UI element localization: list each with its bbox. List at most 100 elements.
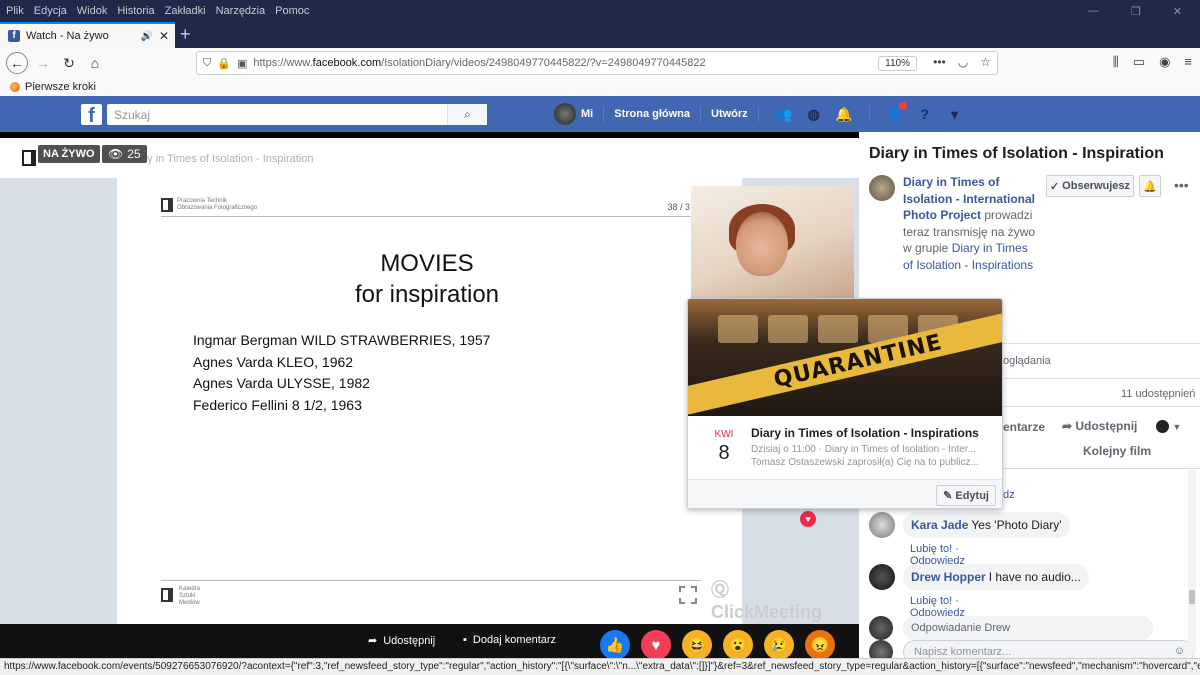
list-item: Agnes Varda KLEO, 1962 xyxy=(193,353,354,370)
messenger-icon[interactable]: ◍ xyxy=(804,104,824,124)
wow-reaction-icon[interactable]: 😮 xyxy=(723,630,753,660)
search-input[interactable]: Szukaj ⌕ xyxy=(107,104,487,125)
more-options-icon[interactable]: ••• xyxy=(1174,177,1189,193)
love-reaction-icon[interactable]: ♥ xyxy=(641,630,671,660)
bookmark-star-icon[interactable]: ☆ xyxy=(980,55,991,69)
commenter-name[interactable]: Drew Hopper xyxy=(911,570,986,584)
event-invite: Tomasz Ostaszewski zaprosił(a) Cię na to… xyxy=(751,457,979,468)
profile-link[interactable]: Mi xyxy=(581,108,593,120)
home-icon[interactable]: ⌂ xyxy=(84,52,106,74)
menu-tools[interactable]: Narzędzia xyxy=(216,5,266,17)
new-tab-icon[interactable]: + xyxy=(180,24,191,45)
emoji-icon[interactable]: ☺ xyxy=(1174,645,1185,657)
close-tab-icon[interactable]: ✕ xyxy=(159,29,169,43)
sidebar-scrollbar[interactable] xyxy=(1188,470,1196,655)
speaker-icon[interactable]: 🔊 xyxy=(140,31,152,42)
minimize-icon[interactable]: — xyxy=(1088,5,1099,17)
home-link[interactable]: Strona główna xyxy=(614,108,690,120)
notification-toggle-button[interactable]: 🔔 xyxy=(1139,175,1161,197)
pocket-icon[interactable]: ◡ xyxy=(958,55,968,69)
permissions-icon[interactable]: ▣ xyxy=(237,57,247,70)
window-controls: — ❐ ✕ xyxy=(1088,0,1192,22)
commenter-avatar[interactable] xyxy=(869,512,895,538)
video-actions-bar: ➦ Udostępnij ▪ Dodaj komentarz 👍 ♥ 😆 😮 😢… xyxy=(0,624,859,660)
hovercard-footer: ✎ Edytuj xyxy=(688,479,1002,508)
haha-reaction-icon[interactable]: 😆 xyxy=(682,630,712,660)
slide-left-margin xyxy=(0,178,117,624)
zoom-indicator[interactable]: 110% xyxy=(878,56,917,71)
notifications-bell-icon[interactable]: 🔔 xyxy=(834,104,854,124)
close-window-icon[interactable]: ✕ xyxy=(1173,5,1182,18)
comment-text: I have no audio... xyxy=(988,570,1081,584)
facebook-logo-icon[interactable]: f xyxy=(81,104,102,125)
event-time: Dzisiaj o 11:00 · Diary in Times of Isol… xyxy=(751,444,976,455)
back-icon[interactable]: ← xyxy=(6,52,28,74)
share-as-dropdown[interactable]: ▼ xyxy=(1156,419,1181,434)
bookmark-getting-started[interactable]: Pierwsze kroki xyxy=(25,81,96,93)
tab-title: Watch - Na żywo xyxy=(26,30,109,42)
shares-count[interactable]: 11 udostępnień xyxy=(1121,388,1195,400)
sad-reaction-icon[interactable]: 😢 xyxy=(764,630,794,660)
hamburger-menu-icon[interactable]: ≡ xyxy=(1184,54,1192,70)
comment-bubble: Drew Hopper I have no audio... xyxy=(903,564,1089,590)
sidebar-icon[interactable]: ▭ xyxy=(1133,54,1145,70)
slide-top-rule xyxy=(161,216,701,217)
forward-icon[interactable]: → xyxy=(32,52,54,74)
eye-icon: 👁 xyxy=(108,147,124,161)
search-icon[interactable]: ⌕ xyxy=(447,104,487,125)
scrollbar-thumb[interactable] xyxy=(1189,590,1195,604)
menu-file[interactable]: Plik xyxy=(6,5,24,17)
help-icon[interactable]: ? xyxy=(915,104,935,124)
quick-help-icon[interactable]: 👤 xyxy=(885,102,907,124)
list-item: Ingmar Bergman WILD STRAWBERRIES, 1957 xyxy=(193,332,491,348)
page-avatar[interactable] xyxy=(869,175,895,201)
share-action-label: Udostępnij xyxy=(1075,419,1138,433)
friends-icon[interactable]: 👥 xyxy=(774,104,794,124)
commenter-avatar[interactable] xyxy=(869,616,893,640)
facebook-favicon-icon: f xyxy=(8,30,20,42)
edit-button[interactable]: ✎ Edytuj xyxy=(936,485,996,506)
library-icon[interactable]: ⫼ xyxy=(1113,54,1119,70)
menu-history[interactable]: Historia xyxy=(117,5,154,17)
url-bar[interactable]: ⛉ 🔒 ▣ https://www. facebook.com/Isolation… xyxy=(196,51,998,75)
commenter-name[interactable]: Kara Jade xyxy=(911,518,968,532)
restore-icon[interactable]: ❐ xyxy=(1131,5,1141,18)
commenter-avatar[interactable] xyxy=(869,564,895,590)
menu-view[interactable]: Widok xyxy=(77,5,108,17)
shield-icon[interactable]: ⛉ xyxy=(203,57,211,70)
views-count: oglądania xyxy=(1003,355,1051,367)
menu-edit[interactable]: Edycja xyxy=(34,5,67,17)
partial-link[interactable]: dz xyxy=(1003,489,1015,501)
slide-footer-line2: Sztuki xyxy=(179,593,196,599)
share-action[interactable]: ➦ Udostępnij xyxy=(1062,419,1137,433)
user-avatar[interactable] xyxy=(554,103,576,125)
share-button[interactable]: ➦ Udostępnij xyxy=(368,634,435,648)
clickmeeting-label: ClickMeeting xyxy=(711,602,823,622)
create-link[interactable]: Utwórz xyxy=(711,108,748,120)
menu-bookmarks[interactable]: Zakładki xyxy=(165,5,206,17)
bookmarks-bar: Pierwsze kroki xyxy=(0,78,1200,96)
comment-action[interactable]: entarze xyxy=(1003,420,1045,434)
nav-divider xyxy=(757,106,759,122)
lock-icon[interactable]: 🔒 xyxy=(217,57,231,70)
browser-tab[interactable]: f Watch - Na żywo 🔊 ✕ xyxy=(0,22,175,48)
like-link[interactable]: Lubię to! xyxy=(910,543,952,555)
add-comment-button[interactable]: ▪ Dodaj komentarz xyxy=(463,634,556,646)
page-actions-icon[interactable]: ••• xyxy=(933,55,946,69)
like-link[interactable]: Lubię to! xyxy=(910,595,952,607)
event-cover-image[interactable]: QUARANTINE xyxy=(688,299,1002,416)
url-path: /IsolationDiary/videos/2498049770445822/… xyxy=(381,57,706,69)
reload-icon[interactable]: ↻ xyxy=(58,52,80,74)
account-dropdown-icon[interactable]: ▾ xyxy=(945,104,965,124)
menu-help[interactable]: Pomoc xyxy=(275,5,309,17)
slide-footer-line1: Katedra xyxy=(179,586,201,592)
like-reaction-icon[interactable]: 👍 xyxy=(600,630,630,660)
event-title[interactable]: Diary in Times of Isolation - Inspiratio… xyxy=(751,426,991,440)
notification-badge xyxy=(898,102,907,110)
add-comment-label: Dodaj komentarz xyxy=(472,634,557,646)
following-button[interactable]: ✓ Obserwujesz xyxy=(1046,175,1134,197)
video-stream-title: Diary in Times of Isolation - Inspiratio… xyxy=(127,153,314,165)
event-day: 8 xyxy=(718,442,730,464)
account-icon[interactable]: ◉ xyxy=(1159,54,1170,70)
angry-reaction-icon[interactable]: 😠 xyxy=(805,630,835,660)
